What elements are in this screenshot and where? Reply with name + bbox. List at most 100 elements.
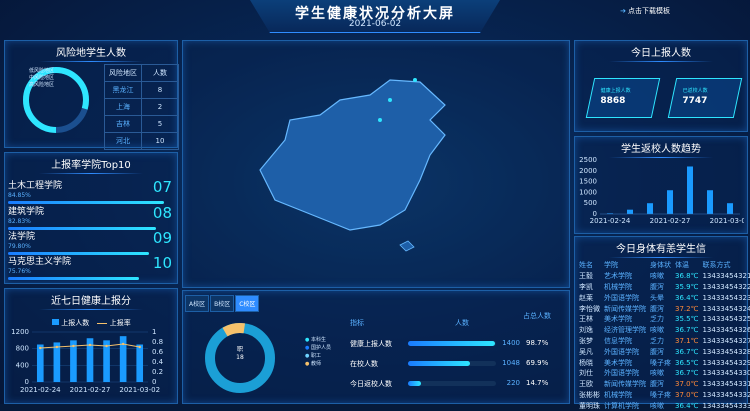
cell-college: 信息学院 xyxy=(604,336,632,345)
cell-status: 头晕 xyxy=(650,293,664,302)
card-label: 已返校人数 xyxy=(682,88,708,94)
table-row[interactable]: 刘逸 经济管理学院 咳嗽 36.7℃ 13433454326 xyxy=(577,325,750,336)
cell-count: 5 xyxy=(141,115,179,133)
rank-item[interactable]: 法学院 79.80% 09 xyxy=(8,229,172,255)
cell-phone: 13433454332 xyxy=(702,390,750,399)
cell-college: 美术学院 xyxy=(604,315,632,324)
rank-item[interactable]: 土木工程学院 84.85% 07 xyxy=(8,178,172,204)
card-value: 8868 xyxy=(600,96,626,106)
y2-tick-label: 0.4 xyxy=(152,358,164,366)
indicator-count: 1048 xyxy=(502,359,520,367)
legend-label: 职工 xyxy=(310,353,321,359)
table-row[interactable]: 李怡微 新闻传媒学院 腹泻 37.2℃ 13433454324 xyxy=(577,303,750,314)
indicator-track xyxy=(408,381,496,386)
tab-b-campus[interactable]: B校区 xyxy=(210,295,235,312)
indicator-fill xyxy=(408,341,495,346)
cell-status: 腹泻 xyxy=(650,304,664,313)
cell-name: 吴凡 xyxy=(579,347,593,356)
y-tick-label: 2000 xyxy=(579,167,597,175)
cell-region: 黑龙江 xyxy=(104,81,142,99)
table-row[interactable]: 吴凡 外国语学院 腹泻 36.7℃ 13433454328 xyxy=(577,346,750,357)
card-value: 7747 xyxy=(682,96,708,106)
table-row[interactable]: 杨晓 美术学院 嗓子疼 36.5℃ 13433454329 xyxy=(577,357,750,368)
cell-status: 嗓子疼 xyxy=(650,390,671,399)
table-row[interactable]: 王林 美术学院 乏力 35.5℃ 13433454325 xyxy=(577,314,750,325)
indicator-fill xyxy=(408,361,470,366)
cell-name: 李凯 xyxy=(579,282,593,291)
return-trend-chart: 050010001500200025002021-02-24 2021-02-27… xyxy=(579,156,744,225)
cell-temp: 36.7℃ xyxy=(675,326,699,335)
legend-label: 国护人员 xyxy=(310,345,331,351)
cell-count: 8 xyxy=(141,81,179,99)
cell-status: 嗓子疼 xyxy=(650,358,671,367)
legend-staff: ● 国护人员 xyxy=(305,345,331,351)
cell-college: 外国语学院 xyxy=(604,369,639,378)
table-row[interactable]: 张梦 信息学院 乏力 37.1℃ 13433454327 xyxy=(577,336,750,347)
col-count: 人数 xyxy=(141,64,179,82)
cell-status: 咳嗽 xyxy=(650,326,664,335)
cell-college: 美术学院 xyxy=(604,358,632,367)
table-row[interactable]: 张彬彬 机械学院 嗓子疼 37.0℃ 13433454332 xyxy=(577,390,750,401)
cell-name: 赵莱 xyxy=(579,293,593,302)
indicator-row[interactable]: 在校人数 1048 69.9% xyxy=(350,358,560,370)
rank-pct: 75.76% xyxy=(8,268,31,275)
risk-legend-high: 高风险地区 xyxy=(29,82,55,88)
table-row[interactable]: 王欧 新闻传媒学院 腹泻 37.0℃ 13433454331 xyxy=(577,379,750,390)
legend-worker: ● 职工 xyxy=(305,353,321,359)
indicator-row[interactable]: 健康上报人数 1400 98.7% xyxy=(350,338,560,350)
tab-a-campus[interactable]: A校区 xyxy=(185,295,210,312)
rank-item[interactable]: 建筑学院 82.83% 08 xyxy=(8,204,172,230)
map-marker xyxy=(413,78,417,82)
download-template-link[interactable]: ➔ 点击下载模板 xyxy=(620,6,670,16)
cell-college: 外国语学院 xyxy=(604,293,639,302)
col-phone: 联系方式 xyxy=(702,261,731,270)
download-label: 点击下载模板 xyxy=(628,7,670,15)
x-tick-label: 2021-02-24 xyxy=(590,217,631,225)
abnormal-title: 今日身体有恙学生信 xyxy=(575,240,747,258)
risk-legend-low: 低风险地区 xyxy=(29,68,55,74)
indicator-row[interactable]: 今日返校人数 220 14.7% xyxy=(350,378,560,390)
tab-c-campus[interactable]: C校区 xyxy=(235,295,260,312)
cell-name: 王欧 xyxy=(579,380,593,389)
cell-status: 咳嗽 xyxy=(650,401,664,410)
rank-pct: 82.83% xyxy=(8,218,31,225)
table-row[interactable]: 李凯 机械学院 腹泻 35.9℃ 13433454322 xyxy=(577,282,750,293)
table-row[interactable]: 河北 10 xyxy=(104,132,179,150)
cell-temp: 36.5℃ xyxy=(675,358,699,367)
cell-phone: 13433454325 xyxy=(702,315,750,324)
campus-tabs: A校区 B校区 C校区 xyxy=(185,295,260,312)
table-row[interactable]: 黑龙江 8 xyxy=(104,81,179,99)
col-region: 风险地区 xyxy=(104,64,142,82)
donut-value: 18 xyxy=(236,354,244,361)
col-temp: 体温 xyxy=(675,261,689,270)
y2-tick-label: 0 xyxy=(152,378,156,386)
col-status: 身体状 xyxy=(650,261,671,270)
cell-name: 董明珠 xyxy=(579,401,600,410)
table-row[interactable]: 刘仕 外国语学院 咳嗽 36.7℃ 13433454330 xyxy=(577,368,750,379)
table-row[interactable]: 吉林 5 xyxy=(104,115,179,133)
bar xyxy=(647,203,653,214)
legend-bar-swatch xyxy=(52,319,59,325)
china-map xyxy=(259,78,446,252)
cell-phone: 13433454323 xyxy=(702,293,750,302)
indicator-pct: 69.9% xyxy=(526,359,549,367)
bar xyxy=(727,203,733,214)
map-marker xyxy=(388,98,392,102)
table-row[interactable]: 上海 2 xyxy=(104,98,179,116)
rank-pct: 79.80% xyxy=(8,243,31,250)
legend-teacher: ● 教师 xyxy=(305,361,321,367)
cell-status: 咳嗽 xyxy=(650,272,664,281)
x-tick-label: 2021-02-24 xyxy=(20,386,61,394)
rank-name: 法学院 xyxy=(8,232,36,242)
cell-temp: 35.9℃ xyxy=(675,282,699,291)
cell-name: 王毅 xyxy=(579,272,593,281)
y-tick-label: 500 xyxy=(584,199,597,207)
table-row[interactable]: 董明珠 计算机学院 咳嗽 36.4℃ 13433454333 xyxy=(577,400,750,411)
bar xyxy=(707,190,713,214)
indicator-track xyxy=(408,341,496,346)
table-row[interactable]: 赵莱 外国语学院 头晕 36.4℃ 13433454323 xyxy=(577,292,750,303)
cell-temp: 37.0℃ xyxy=(675,390,699,399)
table-row[interactable]: 王毅 艺术学院 咳嗽 36.8℃ 13433454321 xyxy=(577,271,750,282)
rank-item[interactable]: 马克思主义学院 75.76% 10 xyxy=(8,254,172,280)
cell-region: 吉林 xyxy=(104,115,142,133)
